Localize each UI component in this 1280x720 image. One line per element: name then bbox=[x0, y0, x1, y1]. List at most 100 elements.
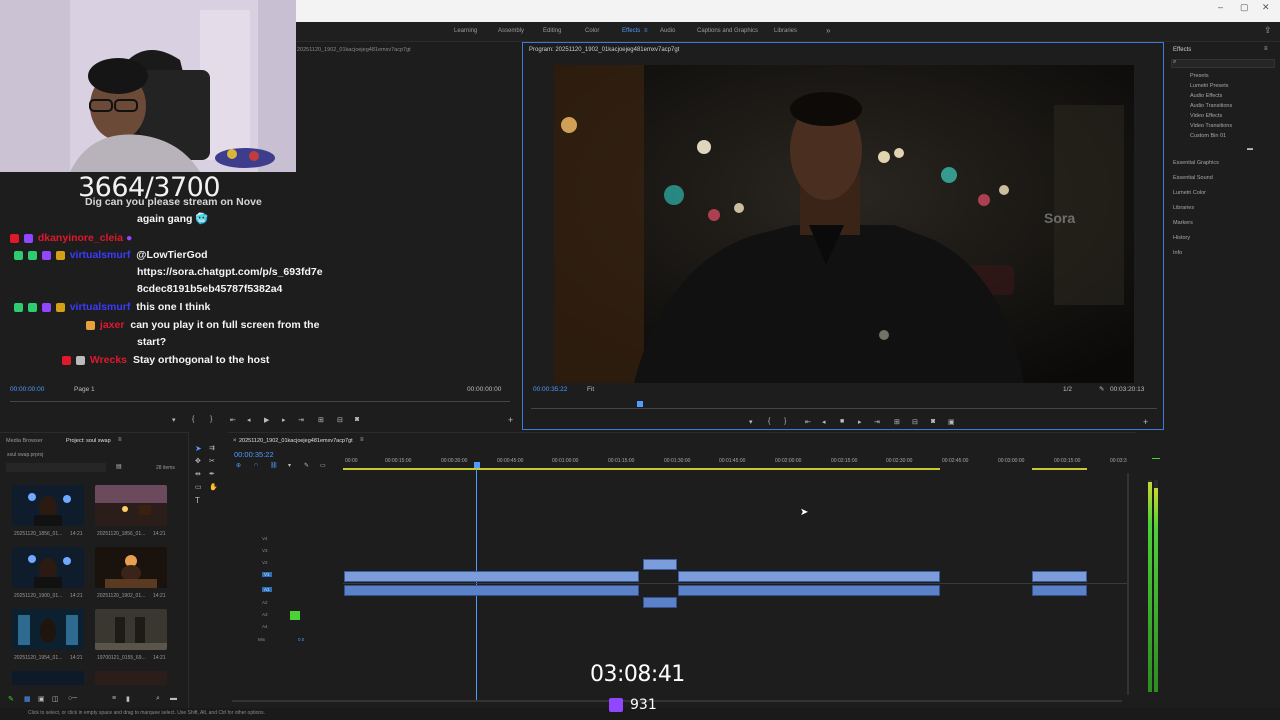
tab-media-browser[interactable]: Media Browser bbox=[6, 438, 43, 444]
clip-thumbnail[interactable] bbox=[12, 671, 84, 685]
effects-item-audio-effects[interactable]: Audio Effects bbox=[1190, 93, 1222, 99]
audio-clip[interactable] bbox=[344, 585, 639, 596]
step-back-icon[interactable]: ◂ bbox=[822, 418, 826, 426]
effects-item-audio-transitions[interactable]: Audio Transitions bbox=[1190, 103, 1232, 109]
settings-wrench-icon[interactable]: ✎ bbox=[1099, 385, 1104, 393]
extract-icon[interactable]: ⊟ bbox=[912, 418, 918, 426]
mark-in-icon[interactable]: { bbox=[768, 418, 770, 425]
play-icon[interactable]: ▶ bbox=[264, 416, 269, 424]
clip-thumbnail[interactable] bbox=[95, 609, 167, 650]
tab-learning[interactable]: Learning bbox=[454, 28, 477, 34]
panel-markers[interactable]: Markers bbox=[1173, 220, 1193, 226]
effects-search-input[interactable] bbox=[1171, 59, 1275, 68]
effects-item-video-transitions[interactable]: Video Transitions bbox=[1190, 123, 1232, 129]
lift-icon[interactable]: ⊞ bbox=[894, 418, 900, 426]
step-forward-icon[interactable]: ▸ bbox=[282, 416, 286, 424]
panel-history[interactable]: History bbox=[1173, 235, 1190, 241]
automate-icon[interactable]: ▮ bbox=[126, 695, 130, 703]
video-clip[interactable] bbox=[1032, 571, 1087, 582]
tab-color[interactable]: Color bbox=[585, 28, 599, 34]
overwrite-icon[interactable]: ⊟ bbox=[337, 416, 343, 424]
panel-menu-icon[interactable]: ≡ bbox=[1264, 46, 1268, 52]
chat-username[interactable]: jaxer bbox=[100, 319, 125, 331]
go-to-in-icon[interactable]: ⇤ bbox=[230, 416, 236, 424]
go-to-in-icon[interactable]: ⇤ bbox=[805, 418, 811, 426]
source-scrub-bar[interactable] bbox=[10, 401, 510, 402]
program-playhead[interactable] bbox=[637, 401, 643, 407]
chat-username[interactable]: virtualsmurf bbox=[70, 249, 131, 261]
slip-tool-icon[interactable]: ⇹ bbox=[195, 470, 201, 478]
snap-icon[interactable]: ∩ bbox=[254, 462, 258, 468]
captions-icon[interactable]: ▭ bbox=[320, 462, 326, 469]
folder-icon[interactable]: ▤ bbox=[116, 463, 122, 470]
panel-lumetri-color[interactable]: Lumetri Color bbox=[1173, 190, 1206, 196]
tab-audio[interactable]: Audio bbox=[660, 28, 675, 34]
settings-wrench-icon[interactable]: ✎ bbox=[304, 462, 309, 469]
project-search-input[interactable] bbox=[6, 463, 106, 472]
go-to-out-icon[interactable]: ⇥ bbox=[874, 418, 880, 426]
work-area-bar[interactable] bbox=[1032, 468, 1087, 470]
effects-item-custom-bin[interactable]: Custom Bin 01 bbox=[1190, 133, 1226, 139]
vertical-scrollbar[interactable] bbox=[1127, 473, 1129, 695]
horizontal-scrollbar[interactable] bbox=[232, 700, 1122, 702]
ripple-edit-tool-icon[interactable]: ✥ bbox=[195, 457, 201, 465]
tab-effects[interactable]: Effects bbox=[622, 28, 640, 34]
effects-item-presets[interactable]: Presets bbox=[1190, 73, 1209, 79]
add-marker-icon[interactable]: ▾ bbox=[749, 418, 753, 426]
program-timecode[interactable]: 00:00:35:22 bbox=[533, 386, 567, 393]
track-label-v4[interactable]: V4 bbox=[262, 536, 268, 541]
source-timecode[interactable]: 00:00:00:00 bbox=[10, 386, 44, 393]
time-ruler[interactable]: 00:00 00:00:15:00 00:00:30:00 00:00:45:0… bbox=[343, 455, 1128, 469]
menu-lines-icon[interactable]: ≡ bbox=[644, 28, 648, 34]
video-clip[interactable] bbox=[344, 571, 639, 582]
track-label-a1[interactable]: A1 bbox=[262, 587, 272, 592]
razor-tool-icon[interactable]: ✂ bbox=[209, 457, 215, 465]
track-label-a4[interactable]: A4 bbox=[262, 624, 268, 629]
icon-view-icon[interactable]: ▣ bbox=[38, 695, 45, 703]
camera-icon[interactable]: ◙ bbox=[931, 418, 935, 425]
add-button-icon[interactable]: + bbox=[1143, 417, 1148, 427]
stop-icon[interactable]: ■ bbox=[840, 418, 844, 425]
audio-clip[interactable] bbox=[643, 597, 677, 608]
add-button-icon[interactable]: + bbox=[508, 415, 513, 425]
share-icon[interactable]: ⇪ bbox=[1264, 25, 1272, 36]
clip-thumbnail[interactable] bbox=[12, 547, 84, 588]
clip-thumbnail[interactable] bbox=[95, 485, 167, 526]
track-label-v2[interactable]: V2 bbox=[262, 560, 268, 565]
type-tool-icon[interactable]: T bbox=[195, 496, 200, 505]
source-page-select[interactable]: Page 1 bbox=[74, 386, 95, 393]
source-monitor-title[interactable]: 20251120_1902_01kacjoejeg481emxv7acp7gt bbox=[297, 47, 411, 53]
tab-editing[interactable]: Editing bbox=[543, 28, 561, 34]
go-to-out-icon[interactable]: ⇥ bbox=[298, 416, 304, 424]
panel-essential-graphics[interactable]: Essential Graphics bbox=[1173, 160, 1219, 166]
timeline-playhead[interactable] bbox=[474, 462, 480, 468]
video-clip[interactable] bbox=[678, 571, 940, 582]
clip-thumbnail[interactable] bbox=[12, 485, 84, 526]
audio-clip[interactable] bbox=[1032, 585, 1087, 596]
add-marker-icon[interactable]: ▾ bbox=[288, 462, 291, 469]
maximize-button[interactable]: ▢ bbox=[1240, 2, 1249, 13]
more-tabs-icon[interactable]: » bbox=[826, 26, 830, 35]
program-video-frame[interactable]: Sora bbox=[554, 65, 1134, 383]
new-bin-icon[interactable]: ▬ bbox=[1247, 146, 1253, 152]
resolution-select[interactable]: 1/2 bbox=[1063, 386, 1072, 393]
panel-libraries[interactable]: Libraries bbox=[1173, 205, 1194, 211]
track-select-tool-icon[interactable]: ⇉ bbox=[209, 444, 215, 452]
minimize-button[interactable]: – bbox=[1218, 2, 1223, 12]
track-label-a3[interactable]: A3 bbox=[262, 612, 268, 617]
close-tab-icon[interactable]: × bbox=[233, 438, 237, 444]
track-label-v1[interactable]: V1 bbox=[262, 572, 272, 577]
tab-project[interactable]: Project: soul swap bbox=[66, 438, 111, 444]
list-view-icon[interactable]: ▦ bbox=[24, 695, 31, 703]
work-area-bar[interactable] bbox=[343, 468, 940, 470]
chat-username[interactable]: virtualsmurf bbox=[70, 301, 131, 313]
step-forward-icon[interactable]: ▸ bbox=[858, 418, 862, 426]
timeline-timecode[interactable]: 00:00:35:22 bbox=[234, 450, 274, 459]
search-icon[interactable]: ⌕ bbox=[156, 695, 160, 703]
audio-clip[interactable] bbox=[678, 585, 940, 596]
panel-info[interactable]: Info bbox=[1173, 250, 1182, 256]
step-back-icon[interactable]: ◂ bbox=[247, 416, 251, 424]
mark-in-icon[interactable]: { bbox=[192, 416, 194, 423]
insert-icon[interactable]: ⊞ bbox=[318, 416, 324, 424]
pen-icon[interactable]: ✎ bbox=[8, 695, 14, 703]
